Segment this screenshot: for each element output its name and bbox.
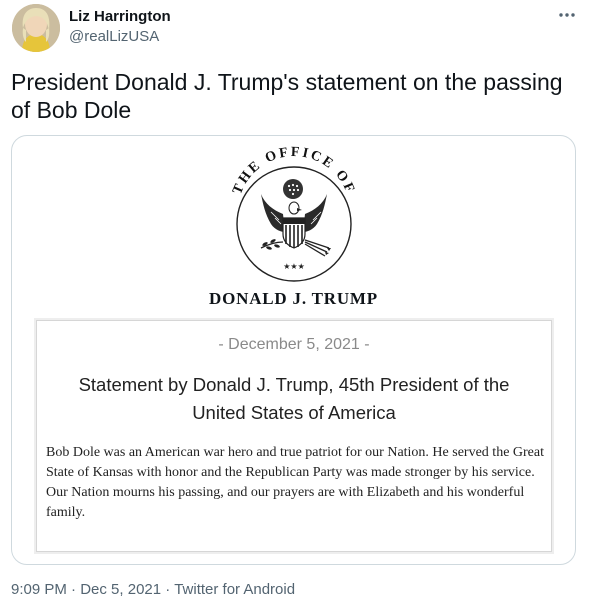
seal-stars: ★★★	[283, 262, 305, 271]
statement-headline: Statement by Donald J. Trump, 45th Presi…	[78, 374, 510, 423]
tweet-source[interactable]: Twitter for Android	[174, 581, 295, 598]
tweet-metadata: 9:09 PM · Dec 5, 2021 · Twitter for Andr…	[11, 581, 295, 598]
more-horizontal-icon[interactable]	[554, 2, 580, 28]
meta-separator: ·	[71, 581, 77, 598]
avatar[interactable]	[12, 4, 60, 52]
tweet-date[interactable]: Dec 5, 2021	[80, 581, 161, 598]
meta-separator: ·	[165, 581, 171, 598]
avatar-image	[12, 4, 60, 52]
statement-document: - December 5, 2021 - Statement by Donald…	[36, 320, 552, 552]
tweet-text: President Donald J. Trump's statement on…	[11, 69, 563, 123]
eagle-seal-icon: THE OFFICE OF ★★★	[230, 145, 355, 282]
tweet-media-image[interactable]: THE OFFICE OF ★★★ DONALD J. TRUMP - Dece…	[11, 135, 576, 565]
statement-body: Bob Dole was an American war hero and tr…	[46, 445, 544, 520]
office-name: DONALD J. TRUMP	[209, 289, 378, 308]
author-handle[interactable]: @realLizUSA	[69, 27, 159, 47]
author-display-name[interactable]: Liz Harrington	[69, 7, 171, 27]
statement-date: - December 5, 2021 -	[218, 336, 370, 353]
tweet-time[interactable]: 9:09 PM	[11, 581, 67, 598]
